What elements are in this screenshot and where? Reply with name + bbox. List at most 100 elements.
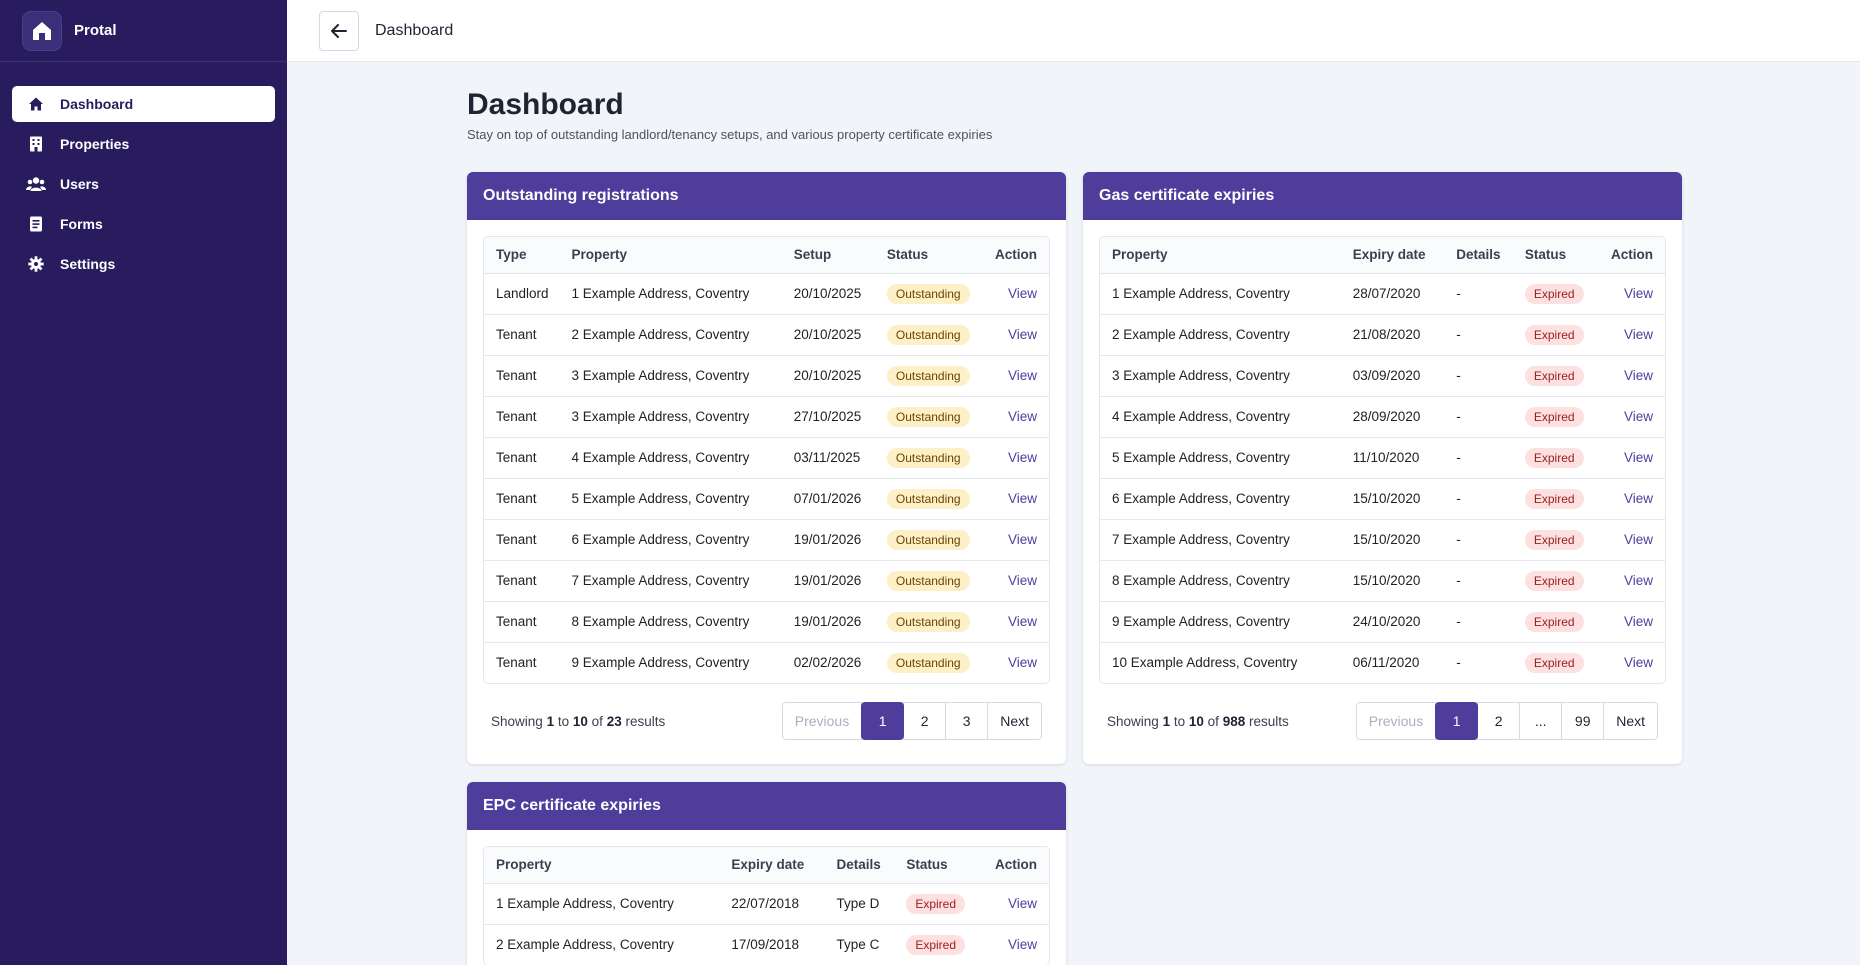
view-link[interactable]: View	[1008, 409, 1037, 424]
table-cell: View	[1599, 355, 1665, 397]
view-link[interactable]: View	[1624, 573, 1653, 588]
table-cell: View	[985, 519, 1049, 561]
users-icon	[26, 174, 46, 194]
card-title: Gas certificate expiries	[1083, 172, 1682, 220]
status-badge: Expired	[1524, 529, 1584, 550]
table-cell: Tenant	[484, 519, 560, 561]
column-header: Action	[1599, 237, 1665, 274]
page-button[interactable]: 2	[1477, 702, 1521, 740]
gas-table: Property Expiry date Details Status Action 1…	[1100, 237, 1665, 683]
table-cell: 27/10/2025	[781, 396, 875, 438]
table-cell: Outstanding	[874, 273, 986, 315]
table-cell: View	[985, 314, 1049, 356]
table-cell: Tenant	[484, 396, 560, 438]
status-badge: Outstanding	[886, 406, 970, 427]
table-cell: Outstanding	[874, 437, 986, 479]
status-badge: Outstanding	[886, 488, 970, 509]
table-row: 9 Example Address, Coventry 24/10/2020- Ex…	[1100, 601, 1665, 643]
view-link[interactable]: View	[1624, 491, 1653, 506]
view-link[interactable]: View	[1008, 896, 1037, 911]
view-link[interactable]: View	[1624, 286, 1653, 301]
table-cell: 7 Example Address, Coventry	[1100, 519, 1341, 561]
view-link[interactable]: View	[1624, 450, 1653, 465]
table-cell: Expired	[1512, 560, 1600, 602]
sidebar-item-label: Forms	[60, 216, 103, 232]
epc-table: Property Expiry date Details Status Action 1…	[484, 847, 1049, 965]
table-cell: Outstanding	[874, 519, 986, 561]
view-link[interactable]: View	[1008, 937, 1037, 952]
table-container: Type Property Setup Status Action Landlord 1 …	[483, 236, 1050, 684]
column-header: Status	[894, 847, 982, 884]
view-link[interactable]: View	[1624, 327, 1653, 342]
sidebar-nav: Dashboard Properties Users Forms Setting…	[0, 62, 287, 282]
table-cell: 8 Example Address, Coventry	[559, 601, 782, 643]
table-cell: View	[1599, 396, 1665, 438]
sidebar-item-properties[interactable]: Properties	[12, 126, 275, 162]
table-row: 1 Example Address, Coventry 28/07/2020- Ex…	[1100, 273, 1665, 315]
pagination: Previous 1 2 3 Next	[781, 702, 1042, 740]
sidebar-item-label: Dashboard	[60, 96, 134, 112]
view-link[interactable]: View	[1624, 368, 1653, 383]
view-link[interactable]: View	[1624, 409, 1653, 424]
view-link[interactable]: View	[1008, 368, 1037, 383]
table-cell: -	[1444, 478, 1513, 520]
view-link[interactable]: View	[1008, 655, 1037, 670]
sidebar-item-forms[interactable]: Forms	[12, 206, 275, 242]
sidebar-item-settings[interactable]: Settings	[12, 246, 275, 282]
table-cell: 1 Example Address, Coventry	[484, 883, 720, 925]
view-link[interactable]: View	[1008, 573, 1037, 588]
page-button[interactable]: 2	[903, 702, 947, 740]
app-name: Protal	[74, 22, 117, 39]
previous-button[interactable]: Previous	[781, 702, 863, 740]
next-button[interactable]: Next	[1603, 702, 1658, 740]
table-cell: Type C	[836, 937, 880, 953]
table-row: Tenant 3 Example Address, Coventry 27/10/2…	[484, 396, 1049, 438]
sidebar-item-users[interactable]: Users	[12, 166, 275, 202]
table-cell: -	[1444, 437, 1513, 479]
view-link[interactable]: View	[1008, 450, 1037, 465]
view-link[interactable]: View	[1008, 327, 1037, 342]
table-row: 1 Example Address, Coventry 22/07/2018 Typ…	[484, 883, 1049, 925]
card-title: Outstanding registrations	[467, 172, 1066, 220]
page-button[interactable]: 3	[945, 702, 989, 740]
view-link[interactable]: View	[1008, 491, 1037, 506]
view-link[interactable]: View	[1008, 614, 1037, 629]
page-button[interactable]: 99	[1561, 702, 1605, 740]
previous-button[interactable]: Previous	[1355, 702, 1437, 740]
table-row: Tenant 5 Example Address, Coventry 07/01/2…	[484, 478, 1049, 520]
table-cell: -	[1444, 396, 1513, 438]
table-cell: Outstanding	[874, 601, 986, 643]
view-link[interactable]: View	[1624, 655, 1653, 670]
back-button[interactable]	[319, 10, 359, 51]
status-badge: Expired	[1524, 283, 1584, 304]
table-cell: View	[985, 355, 1049, 397]
arrow-left-icon	[331, 23, 347, 38]
column-header: Action	[985, 237, 1049, 274]
page-button-current[interactable]: 1	[861, 702, 905, 740]
table-cell: Expired	[894, 924, 982, 965]
table-cell: View	[985, 273, 1049, 315]
table-cell: 24/10/2020	[1340, 601, 1445, 643]
table-header-row: Property Expiry date Details Status Action	[484, 847, 1049, 884]
table-cell: Expired	[1512, 273, 1600, 315]
view-link[interactable]: View	[1624, 532, 1653, 547]
page-button-current[interactable]: 1	[1435, 702, 1479, 740]
table-cell: 2 Example Address, Coventry	[559, 314, 782, 356]
view-link[interactable]: View	[1008, 286, 1037, 301]
table-cell: View	[1599, 601, 1665, 643]
table-row: 2 Example Address, Coventry 17/09/2018 Typ…	[484, 924, 1049, 965]
next-button[interactable]: Next	[987, 702, 1042, 740]
table-cell: View	[985, 396, 1049, 438]
table-cell: Expired	[1513, 642, 1599, 683]
sidebar-item-label: Properties	[60, 136, 130, 152]
view-link[interactable]: View	[1624, 614, 1653, 629]
sidebar-item-dashboard[interactable]: Dashboard	[12, 86, 275, 122]
table-cell: 03/09/2020	[1340, 355, 1445, 397]
page-subtitle: Stay on top of outstanding landlord/tena…	[467, 127, 993, 142]
column-header: Property	[484, 847, 720, 884]
view-link[interactable]: View	[1008, 532, 1037, 547]
table-cell: 8 Example Address, Coventry	[1100, 560, 1341, 602]
table-cell: 11/10/2020	[1340, 437, 1445, 479]
table-cell: 4 Example Address, Coventry	[1100, 396, 1341, 438]
brand[interactable]: Protal	[0, 0, 287, 62]
